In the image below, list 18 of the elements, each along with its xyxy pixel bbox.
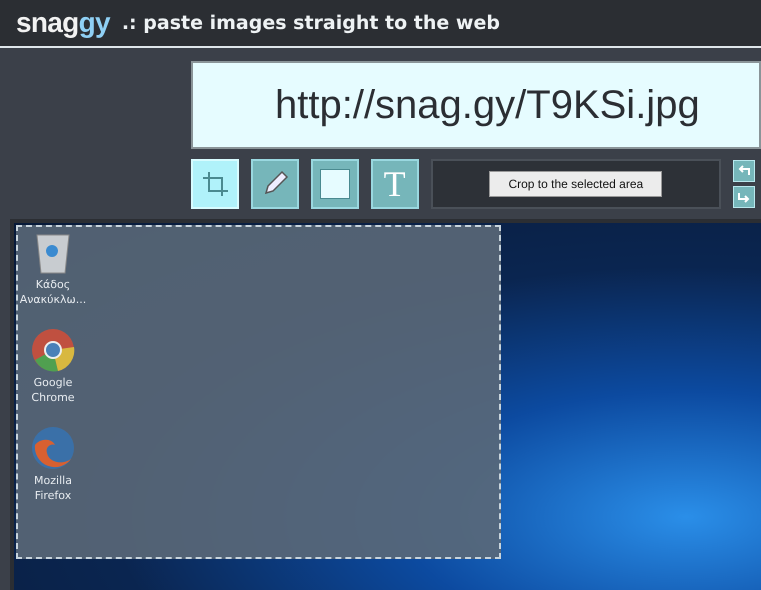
browser-logo-icon: [30, 327, 76, 373]
desktop-icon-label[interactable]: Κάδος Ανακύκλω...: [18, 277, 88, 307]
site-logo[interactable]: snaggy: [16, 9, 110, 37]
redo-icon: [737, 190, 751, 204]
redo-button[interactable]: [733, 186, 755, 208]
site-tagline: .: paste images straight to the web: [122, 10, 500, 36]
undo-button[interactable]: [733, 160, 755, 182]
url-field[interactable]: http://snag.gy/T9KSi.jpg: [191, 61, 761, 149]
desktop-icon-label[interactable]: Google Chrome: [18, 375, 88, 405]
selection-rectangle[interactable]: Κάδος Ανακύκλω... Google Chrome Mozilla Firefox: [16, 225, 501, 559]
tool-button[interactable]: [250, 159, 299, 209]
tool-button[interactable]: [310, 159, 359, 209]
crop-button[interactable]: Crop to the selected area: [489, 171, 662, 197]
tool-label: T: [384, 166, 406, 202]
undo-icon: [737, 164, 751, 178]
square-icon: [320, 169, 350, 199]
desktop-icon-label[interactable]: Mozilla Firefox: [18, 473, 88, 503]
browser-logo-icon: [30, 425, 76, 471]
